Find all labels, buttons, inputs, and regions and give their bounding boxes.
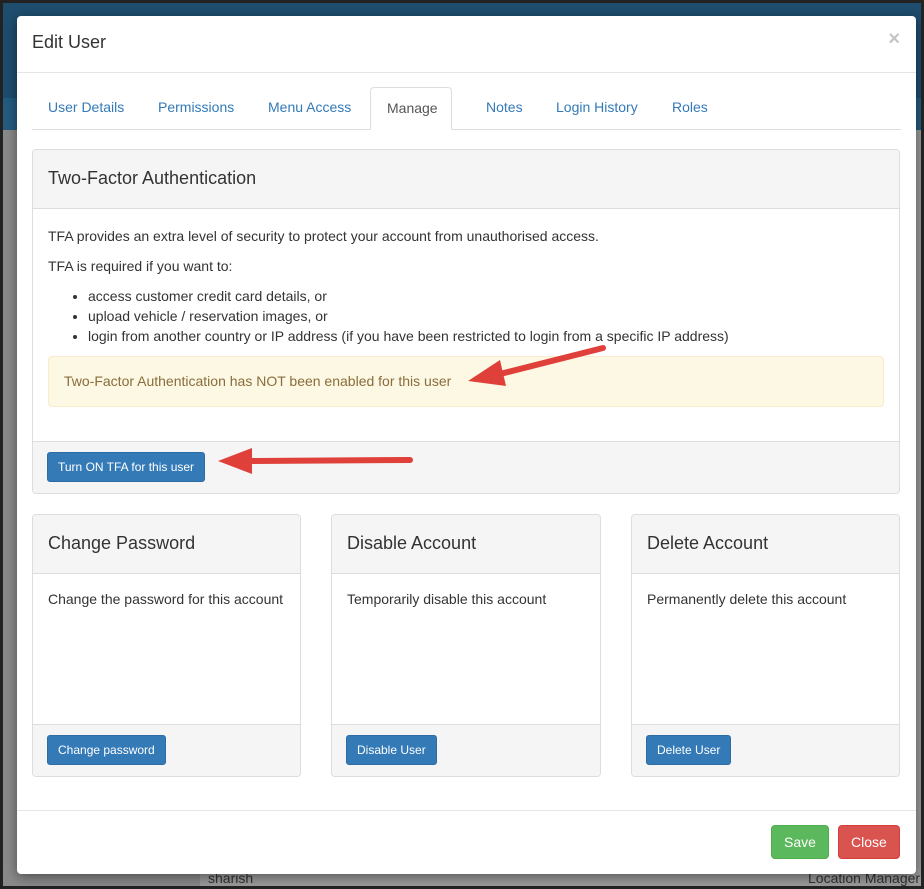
tfa-panel: Two-Factor Authentication TFA provides a… [32, 149, 900, 494]
change-password-description: Change the password for this account [48, 591, 284, 607]
tab-login-history[interactable]: Login History [540, 87, 654, 128]
disable-account-panel: Disable Account Temporarily disable this… [331, 514, 601, 777]
save-button[interactable]: Save [771, 825, 829, 859]
tfa-heading: Two-Factor Authentication [33, 150, 899, 209]
disable-user-button[interactable]: Disable User [346, 735, 437, 765]
close-icon[interactable]: × [888, 28, 900, 51]
change-password-panel: Change Password Change the password for … [32, 514, 301, 777]
list-item: login from another country or IP address… [88, 326, 884, 346]
disable-account-description: Temporarily disable this account [347, 591, 547, 607]
tab-user-details[interactable]: User Details [32, 87, 140, 128]
list-item: access customer credit card details, or [88, 286, 884, 306]
delete-account-footer: Delete User [632, 724, 899, 776]
change-password-heading: Change Password [33, 515, 300, 574]
tab-notes[interactable]: Notes [470, 87, 539, 128]
tfa-required-text: TFA is required if you want to: [48, 258, 233, 274]
disable-account-footer: Disable User [332, 724, 600, 776]
modal-header: Edit User × [17, 16, 916, 73]
tab-roles[interactable]: Roles [656, 87, 724, 128]
delete-account-panel: Delete Account Permanently delete this a… [631, 514, 900, 777]
change-password-button[interactable]: Change password [47, 735, 166, 765]
tfa-body: TFA provides an extra level of security … [33, 209, 899, 346]
change-password-footer: Change password [33, 724, 300, 776]
tab-bar: User Details Permissions Menu Access Man… [32, 87, 901, 130]
tfa-status-alert: Two-Factor Authentication has NOT been e… [48, 356, 884, 407]
disable-account-heading: Disable Account [332, 515, 600, 574]
turn-on-tfa-button[interactable]: Turn ON TFA for this user [47, 452, 206, 482]
tab-permissions[interactable]: Permissions [142, 87, 250, 128]
tab-menu-access[interactable]: Menu Access [252, 87, 367, 128]
tab-manage[interactable]: Manage [370, 87, 452, 130]
modal-title: Edit User [32, 32, 107, 52]
tfa-intro: TFA provides an extra level of security … [48, 228, 599, 244]
background-column [916, 130, 924, 889]
close-button[interactable]: Close [838, 825, 900, 859]
edit-user-modal: Edit User × User Details Permissions Men… [17, 16, 916, 874]
tfa-footer: Turn ON TFA for this user [33, 441, 899, 493]
delete-account-description: Permanently delete this account [647, 591, 847, 607]
list-item: upload vehicle / reservation images, or [88, 306, 884, 326]
delete-user-button[interactable]: Delete User [646, 735, 732, 765]
delete-account-heading: Delete Account [632, 515, 899, 574]
modal-footer: Save Close [17, 810, 916, 874]
tfa-requirements-list: access customer credit card details, or … [48, 286, 884, 346]
